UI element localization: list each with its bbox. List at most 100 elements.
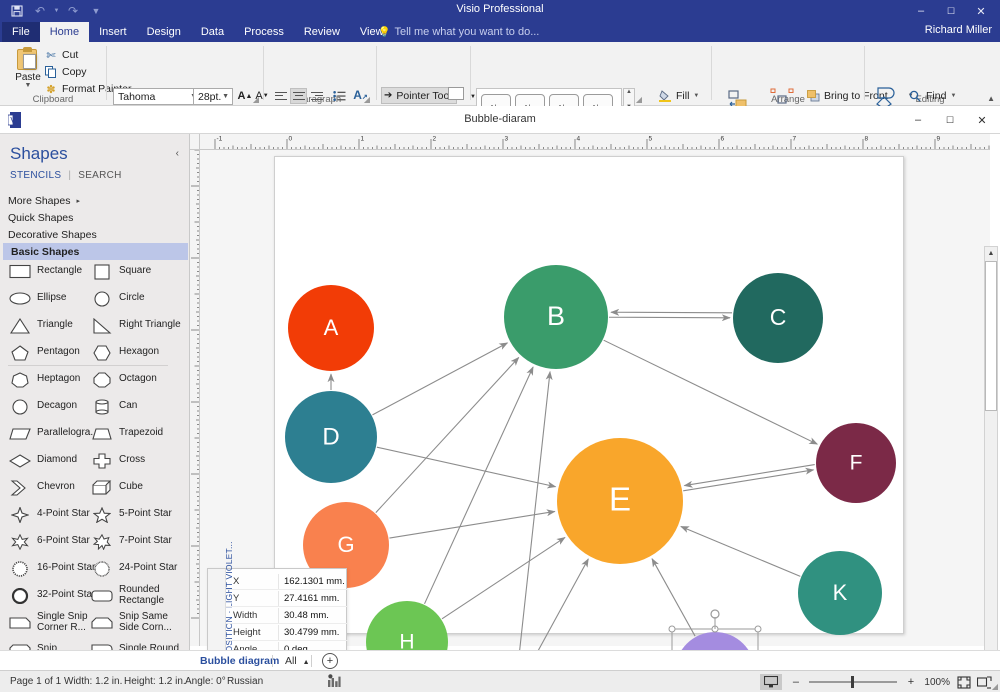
- stencil-triangle[interactable]: Triangle: [8, 312, 100, 339]
- presentation-view-button[interactable]: [760, 674, 783, 690]
- vertical-scroll-thumb[interactable]: [985, 261, 997, 411]
- vertical-scrollbar[interactable]: ▲ ▼: [984, 246, 998, 692]
- stencil-6-point-star[interactable]: 6-Point Star: [8, 528, 100, 555]
- sidebar-item-decorative-shapes[interactable]: Decorative Shapes: [0, 226, 189, 243]
- fit-window-button[interactable]: [977, 675, 992, 690]
- bubble-node-A[interactable]: A: [288, 285, 374, 371]
- bubble-node-F[interactable]: F: [816, 423, 896, 503]
- align-left-button[interactable]: [272, 88, 289, 104]
- diagram-connector[interactable]: [683, 464, 815, 488]
- stencil-cube[interactable]: Cube: [90, 474, 182, 501]
- resize-handle[interactable]: [668, 625, 676, 633]
- copy-button[interactable]: Copy: [44, 64, 87, 80]
- tell-me-search[interactable]: 💡 Tell me what you want to do...: [378, 22, 539, 42]
- maximize-button[interactable]: ☐: [936, 0, 966, 22]
- language-label[interactable]: Russian: [227, 676, 263, 687]
- zoom-slider-knob[interactable]: [851, 676, 855, 688]
- scroll-up-icon[interactable]: ▲: [985, 247, 997, 260]
- stencil-pentagon[interactable]: Pentagon: [8, 339, 100, 366]
- fill-color-preview[interactable]: [448, 87, 464, 100]
- stencil-chevron[interactable]: Chevron: [8, 474, 100, 501]
- stencil-rectangle[interactable]: Rectangle: [8, 258, 100, 285]
- scroll-up-icon[interactable]: ▲: [626, 89, 632, 95]
- stencil-decagon[interactable]: Decagon: [8, 393, 100, 420]
- close-button[interactable]: ✕: [966, 0, 996, 22]
- tab-stencils[interactable]: STENCILS: [10, 170, 61, 181]
- user-name[interactable]: Richard Miller: [925, 24, 992, 36]
- stencil-octagon[interactable]: Octagon: [90, 366, 182, 393]
- size-position-row-x[interactable]: X 162.1301 mm.: [226, 573, 348, 590]
- size-position-row-width[interactable]: Width 30.48 mm.: [226, 607, 348, 624]
- diagram-connector[interactable]: [372, 342, 509, 416]
- text-direction-button[interactable]: A↗: [352, 87, 369, 103]
- document-minimize-button[interactable]: –: [902, 106, 934, 134]
- collapse-ribbon-icon[interactable]: ▲: [987, 94, 995, 103]
- stencil-4-point-star[interactable]: 4-Point Star: [8, 501, 100, 528]
- shape-styles-dialog-launcher[interactable]: ◢: [636, 95, 642, 104]
- find-button[interactable]: Find ▼: [908, 88, 956, 104]
- stencil-32-point-star[interactable]: 32-Point Star: [8, 582, 100, 609]
- sidebar-item-more-shapes[interactable]: More Shapes ▸: [0, 192, 189, 209]
- stencil-7-point-star[interactable]: 7-Point Star: [90, 528, 182, 555]
- fill-button[interactable]: Fill ▼: [658, 88, 699, 104]
- sidebar-item-quick-shapes[interactable]: Quick Shapes: [0, 209, 189, 226]
- stencil-can[interactable]: Can: [90, 393, 182, 420]
- align-right-button[interactable]: [308, 88, 325, 104]
- diagram-connector[interactable]: [389, 509, 556, 539]
- stencil-trapezoid[interactable]: Trapezoid: [90, 420, 182, 447]
- diagram-connector[interactable]: [375, 356, 520, 514]
- stencil-5-point-star[interactable]: 5-Point Star: [90, 501, 182, 528]
- add-page-button[interactable]: +: [322, 653, 338, 669]
- stencil-single-snip-corner[interactable]: Single Snip Corner R...: [8, 609, 100, 636]
- bubble-node-C[interactable]: C: [733, 273, 823, 363]
- stencil-hexagon[interactable]: Hexagon: [90, 339, 182, 366]
- stencil-24-point-star[interactable]: 24-Point Star: [90, 555, 182, 582]
- stencil-16-point-star[interactable]: 16-Point Star: [8, 555, 100, 582]
- paste-button[interactable]: Paste ▼: [8, 45, 48, 97]
- stencil-parallelogram[interactable]: Parallelogra...: [8, 420, 100, 447]
- all-pages-button[interactable]: All ▲: [285, 655, 310, 667]
- minimize-button[interactable]: –: [906, 0, 936, 22]
- stencil-diamond[interactable]: Diamond: [8, 447, 100, 474]
- diagram-connector[interactable]: [608, 314, 731, 322]
- rotation-handle[interactable]: [710, 609, 720, 619]
- bubble-node-B[interactable]: B: [504, 265, 608, 369]
- zoom-in-button[interactable]: +: [903, 675, 918, 690]
- stencil-ellipse[interactable]: Ellipse: [8, 285, 100, 312]
- diagram-connector[interactable]: [376, 446, 557, 489]
- stencil-square[interactable]: Square: [90, 258, 182, 285]
- zoom-slider[interactable]: [809, 675, 898, 689]
- stencil-snip-same-side[interactable]: Snip Same Side Corn...: [90, 609, 182, 636]
- stencil-rounded-rectangle[interactable]: Rounded Rectangle: [90, 582, 182, 609]
- diagram-connector[interactable]: [534, 558, 589, 657]
- align-center-button[interactable]: [290, 88, 307, 104]
- zoom-out-button[interactable]: –: [788, 675, 803, 690]
- font-size-combobox[interactable]: 28pt. ▼: [193, 88, 233, 105]
- tab-home[interactable]: Home: [39, 22, 90, 42]
- document-close-button[interactable]: ✕: [966, 106, 998, 134]
- collapse-panel-icon[interactable]: ‹: [176, 148, 179, 159]
- bullets-button[interactable]: [331, 88, 348, 104]
- page-tab-bubble-diagram[interactable]: Bubble diagram: [200, 655, 279, 667]
- diagram-connector[interactable]: [610, 308, 733, 316]
- tab-review[interactable]: Review: [294, 22, 350, 42]
- resize-grip-icon[interactable]: ◢: [992, 682, 998, 691]
- bubble-node-K[interactable]: K: [798, 551, 882, 635]
- diagram-connector[interactable]: [651, 557, 696, 637]
- stencil-right-triangle[interactable]: Right Triangle: [90, 312, 182, 339]
- stencil-heptagon[interactable]: Heptagon: [8, 366, 100, 393]
- tab-process[interactable]: Process: [234, 22, 294, 42]
- bubble-node-E[interactable]: E: [557, 438, 683, 564]
- tab-insert[interactable]: Insert: [89, 22, 137, 42]
- diagram-connector[interactable]: [519, 370, 553, 652]
- diagram-connector[interactable]: [424, 366, 534, 605]
- zoom-level-label[interactable]: 100%: [924, 677, 950, 688]
- diagram-connector[interactable]: [441, 536, 566, 620]
- fit-page-button[interactable]: [956, 675, 971, 690]
- document-restore-button[interactable]: ☐: [934, 106, 966, 134]
- bubble-node-D[interactable]: D: [285, 391, 377, 483]
- stencil-circle[interactable]: Circle: [90, 285, 182, 312]
- diagram-connector[interactable]: [680, 525, 801, 577]
- tab-search[interactable]: SEARCH: [78, 170, 121, 181]
- diagram-connector[interactable]: [683, 467, 815, 492]
